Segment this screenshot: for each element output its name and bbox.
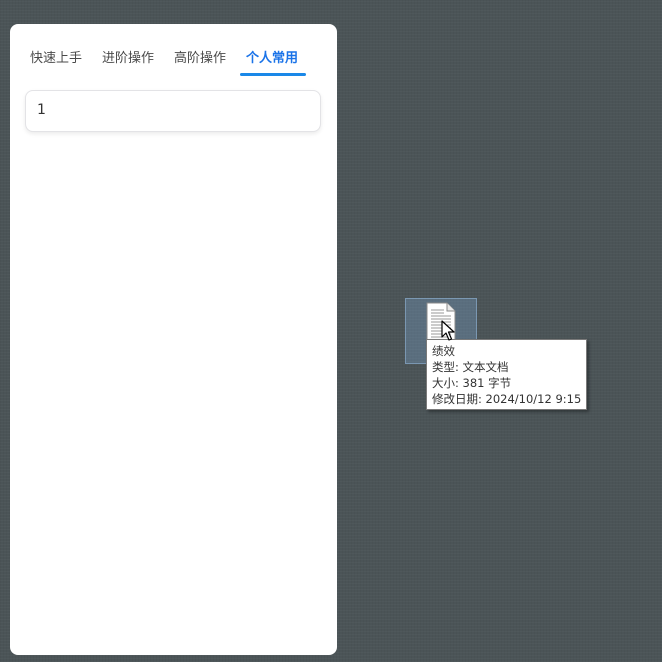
tab-expert[interactable]: 高阶操作	[168, 42, 232, 76]
tab-bar: 快速上手 进阶操作 高阶操作 个人常用	[24, 42, 323, 76]
mouse-cursor-icon	[441, 320, 455, 341]
quick-access-panel: 快速上手 进阶操作 高阶操作 个人常用 1	[10, 24, 337, 655]
file-info-tooltip: 绩效 类型: 文本文档 大小: 381 字节 修改日期: 2024/10/12 …	[426, 339, 587, 410]
tab-quick-start[interactable]: 快速上手	[24, 42, 88, 76]
tab-personal-favorites[interactable]: 个人常用	[240, 42, 307, 76]
tooltip-file-name: 绩效	[432, 344, 455, 358]
tab-advanced[interactable]: 进阶操作	[96, 42, 160, 76]
card-value: 1	[37, 102, 46, 118]
tooltip-file-type: 类型: 文本文档	[432, 360, 509, 374]
tooltip-modified-date: 修改日期: 2024/10/12 9:15	[432, 392, 582, 406]
favorite-item-card[interactable]: 1	[25, 90, 321, 132]
tooltip-file-size: 大小: 381 字节	[432, 376, 512, 390]
